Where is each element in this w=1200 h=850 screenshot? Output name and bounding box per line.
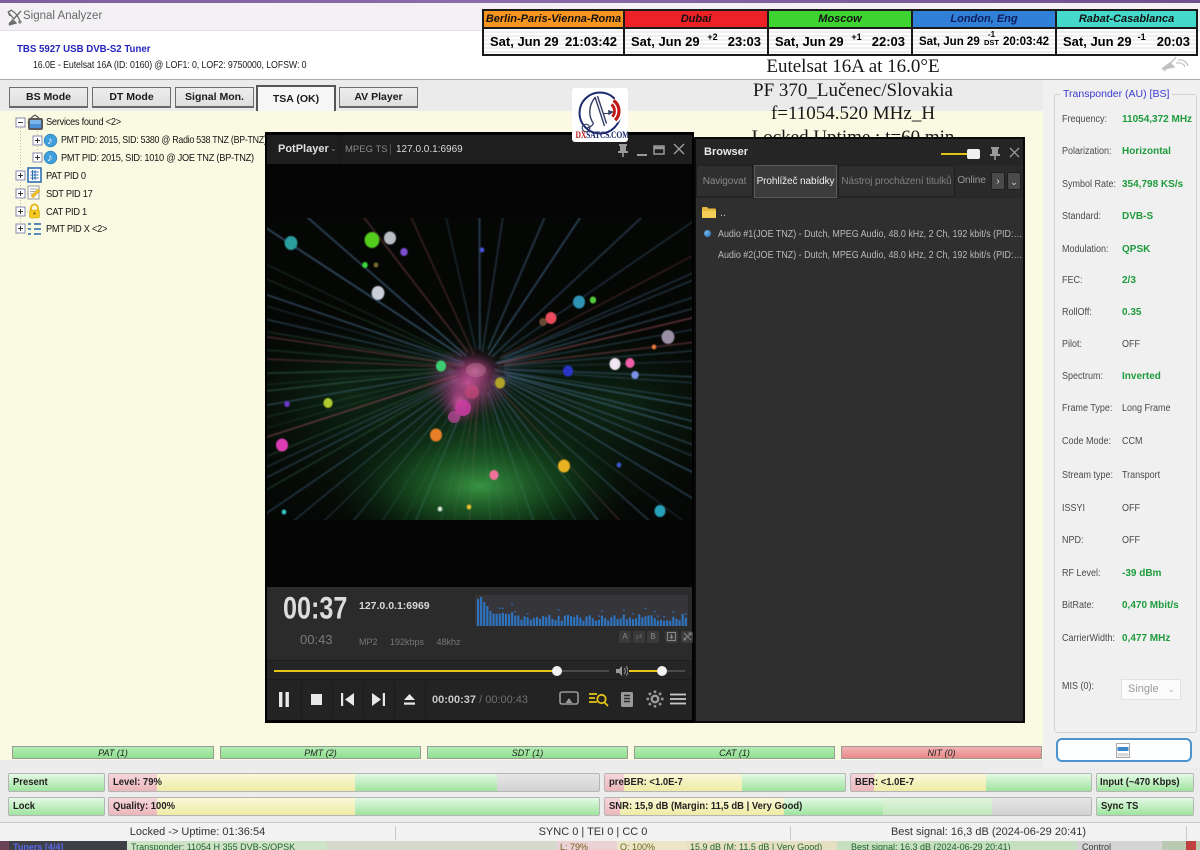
svg-text:DXSATCS.COM: DXSATCS.COM xyxy=(576,129,629,140)
svg-text:♪: ♪ xyxy=(47,136,52,147)
svg-text:♪: ♪ xyxy=(47,153,52,164)
